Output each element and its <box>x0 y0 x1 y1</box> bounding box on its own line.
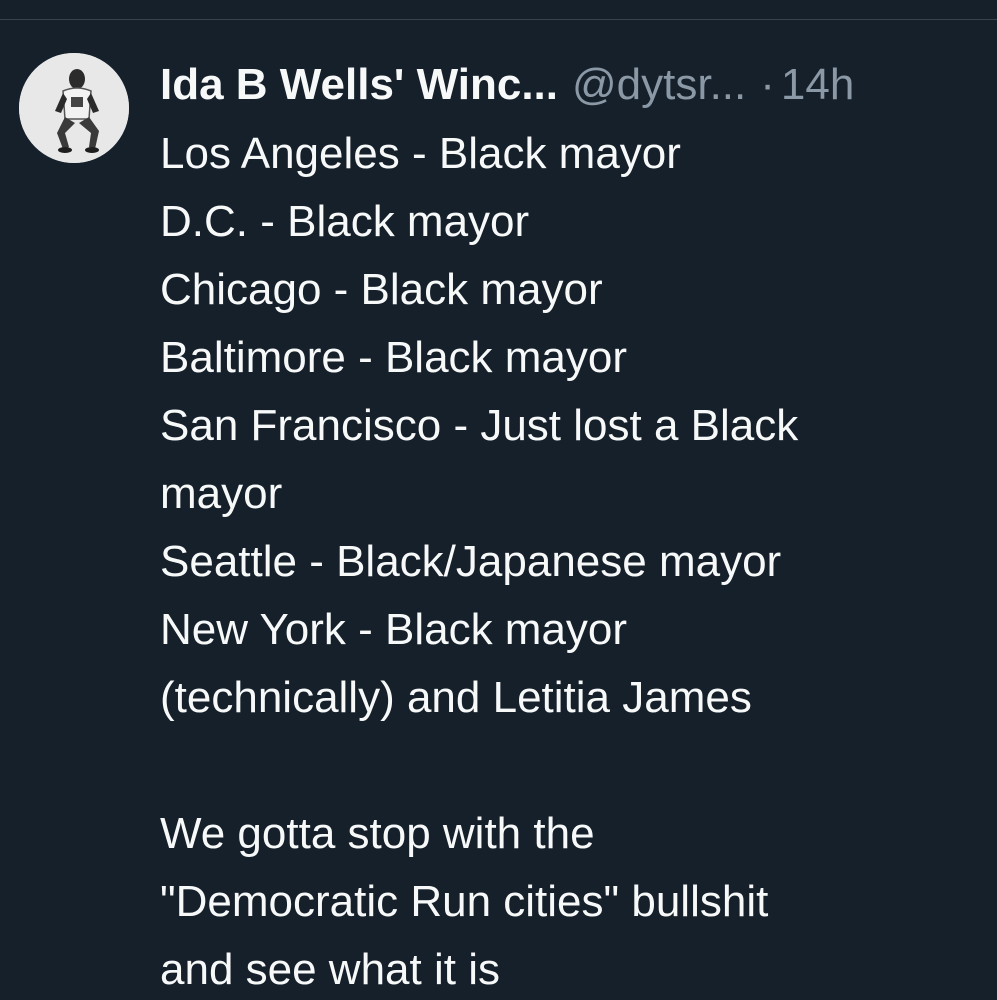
tweet-text: Los Angeles - Black mayor D.C. - Black m… <box>160 120 960 1000</box>
tweet-line: (technically) and Letitia James <box>160 673 752 722</box>
tweet-line: San Francisco - Just lost a Black <box>160 401 799 450</box>
tweet-line: Seattle - Black/Japanese mayor <box>160 537 782 586</box>
tweet-closing-line: and see what it is <box>160 945 500 994</box>
tweet[interactable]: Ida B Wells' Winc... @dytsr... · 14h Los An… <box>0 0 997 994</box>
tweet-line: Los Angeles - Black mayor <box>160 129 681 178</box>
tweet-line: Chicago - Black mayor <box>160 265 603 314</box>
tweet-line: New York - Black mayor <box>160 605 628 654</box>
tweet-line: Baltimore - Black mayor <box>160 333 628 382</box>
tweet-timestamp[interactable]: 14h <box>781 60 854 109</box>
tweet-line: mayor <box>160 469 283 518</box>
user-handle[interactable]: @dytsr... <box>572 60 746 109</box>
display-name[interactable]: Ida B Wells' Winc... <box>160 60 558 109</box>
tweet-closing-line: "Democratic Run cities" bullshit <box>160 877 769 926</box>
avatar-image <box>19 53 129 163</box>
tweet-header: Ida B Wells' Winc... @dytsr... · 14h <box>160 60 997 110</box>
tweet-closing-line: We gotta stop with the <box>160 809 595 858</box>
separator-dot: · <box>760 60 775 109</box>
tweet-line: D.C. - Black mayor <box>160 197 530 246</box>
avatar[interactable] <box>19 53 129 163</box>
